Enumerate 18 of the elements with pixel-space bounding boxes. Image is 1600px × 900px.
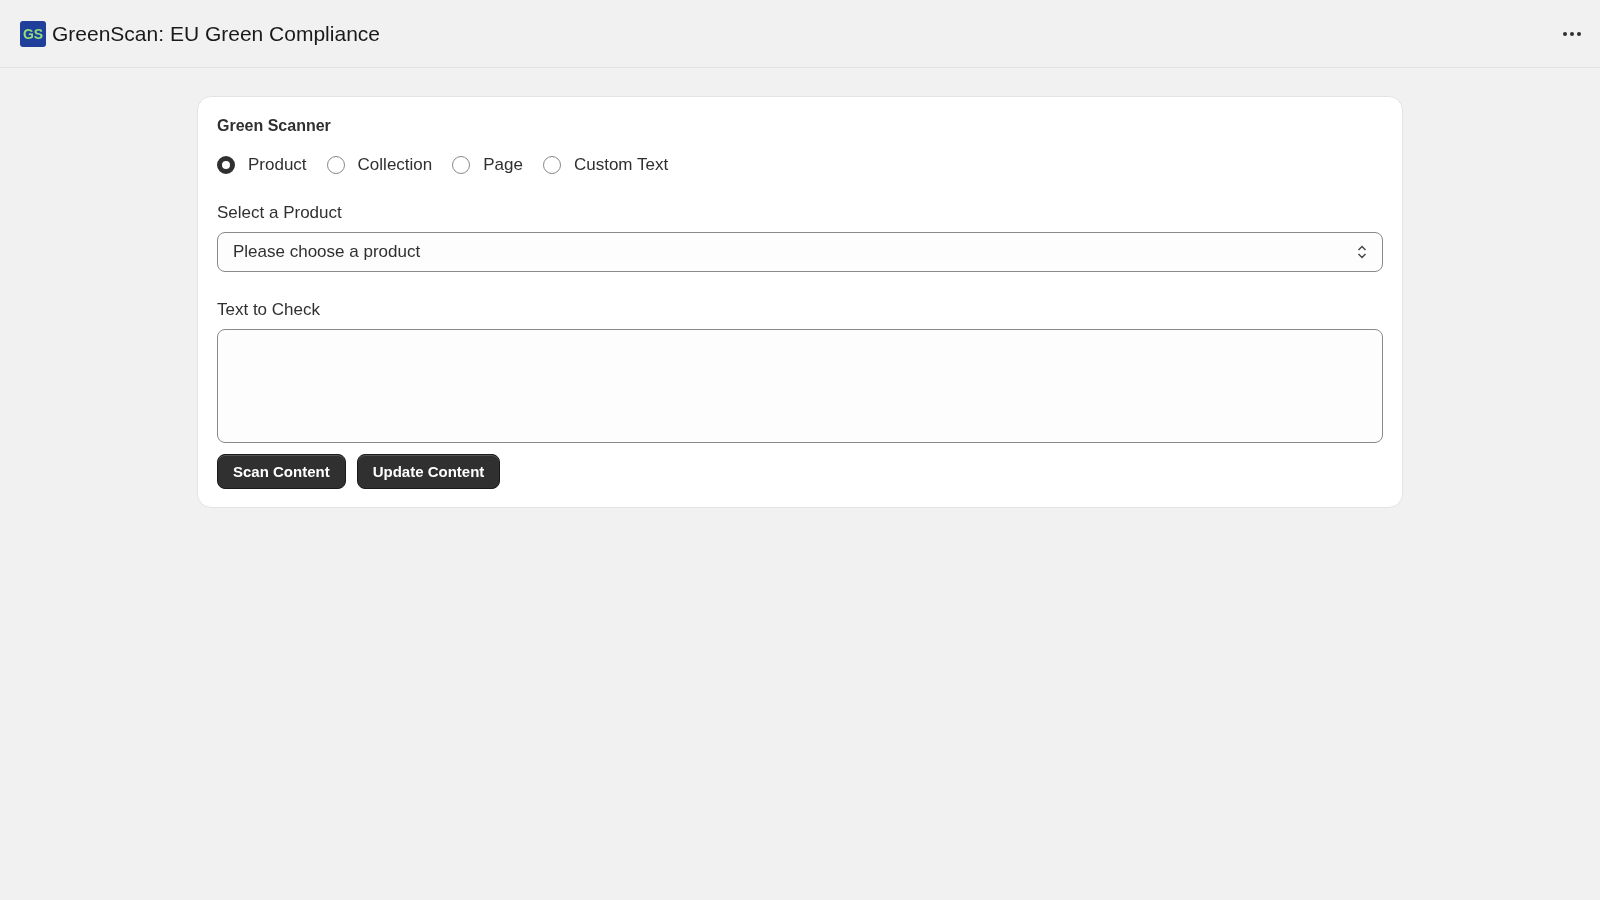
more-options-icon[interactable]: [1562, 30, 1582, 37]
radio-label[interactable]: Custom Text: [573, 155, 669, 175]
field-label: Select a Product: [217, 203, 343, 223]
app-logo: GS: [20, 20, 46, 47]
radio-button[interactable]: [326, 156, 345, 174]
chevron-updown-icon: [1357, 244, 1367, 260]
radio-label[interactable]: Collection: [357, 155, 433, 175]
radio-label[interactable]: Page: [483, 155, 523, 175]
action-button[interactable]: Scan Content: [217, 454, 346, 489]
card-title: Green Scanner: [217, 117, 332, 135]
radio-button[interactable]: [452, 156, 471, 174]
radio-label[interactable]: Product: [248, 155, 307, 175]
radio-button[interactable]: [217, 156, 235, 174]
action-button[interactable]: Update Content: [356, 454, 501, 489]
radio-button[interactable]: [542, 156, 561, 174]
field-label: Text to Check: [217, 300, 321, 320]
app-title: GreenScan: EU Green Compliance: [52, 21, 380, 46]
product-select[interactable]: Please choose a product: [217, 232, 1383, 272]
